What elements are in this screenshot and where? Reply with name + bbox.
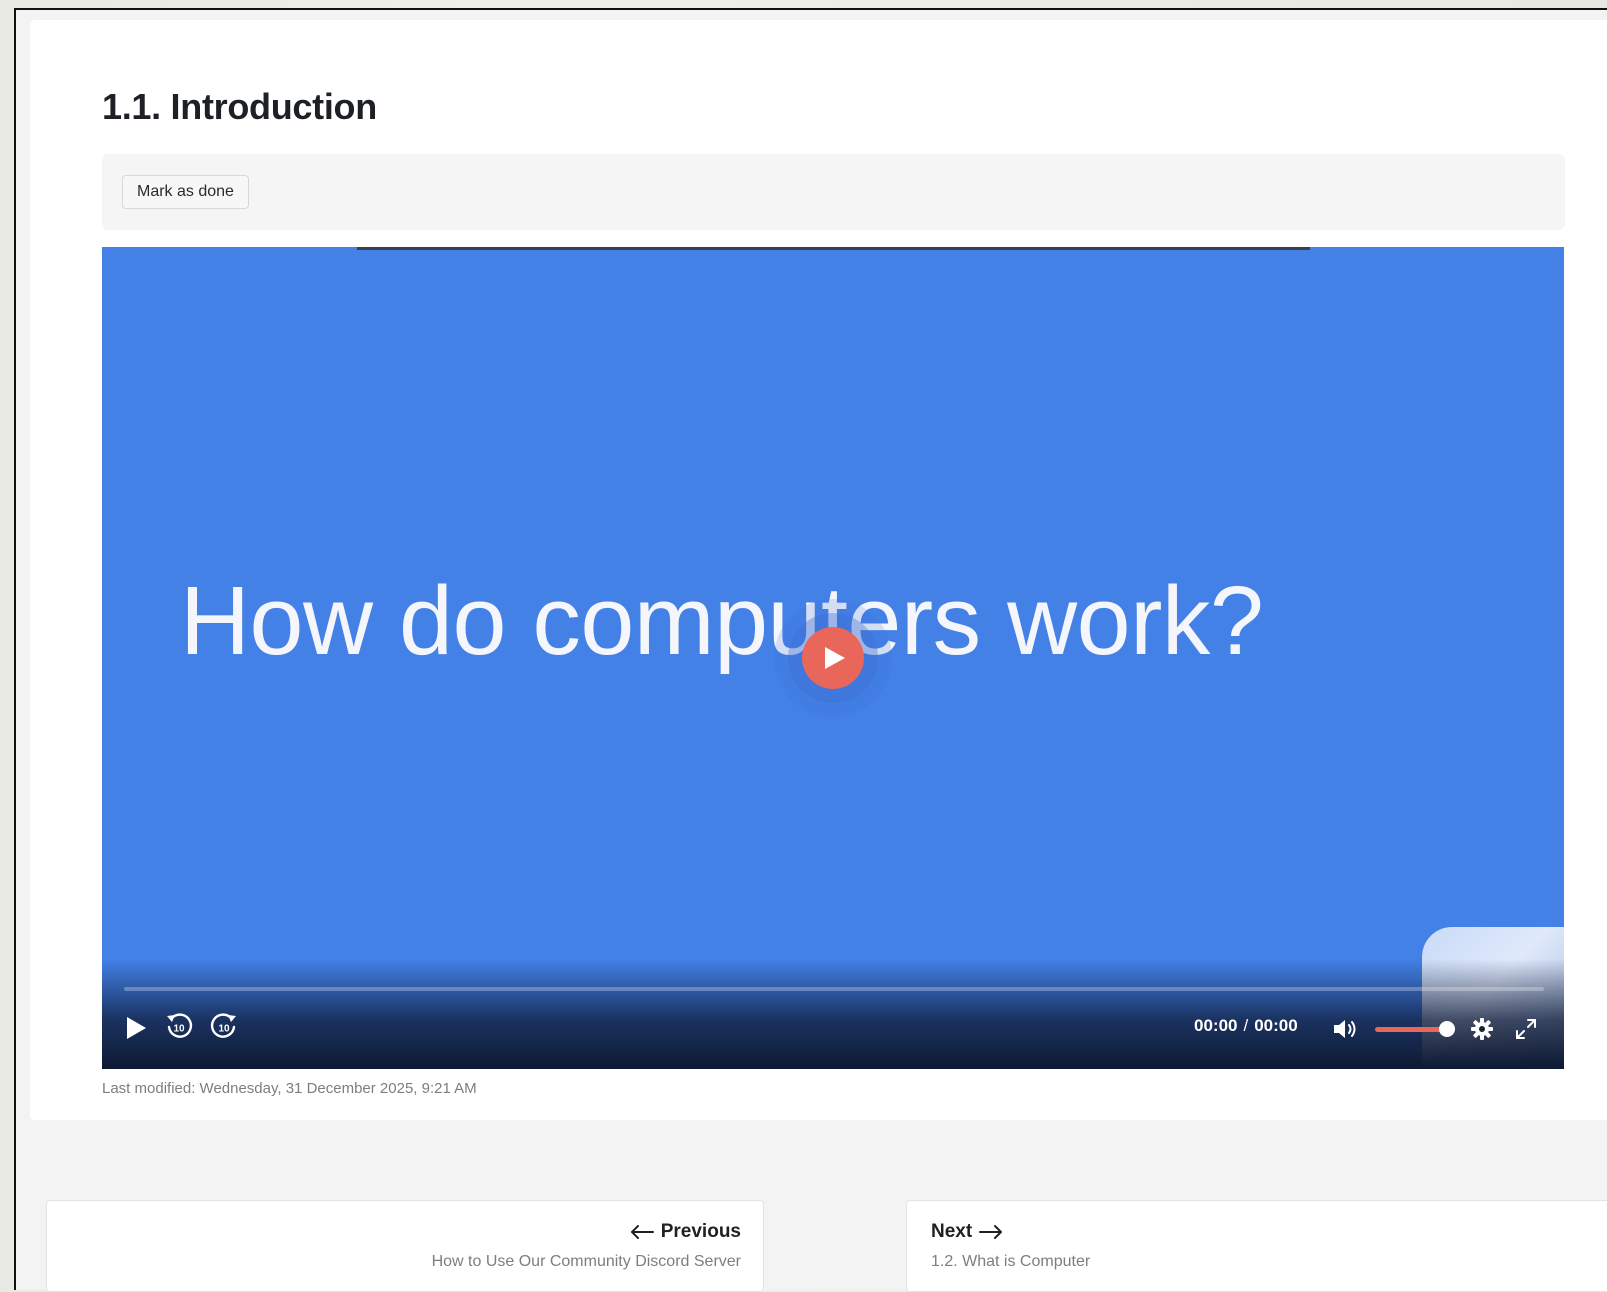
next-activity-link[interactable]: Next 1.2. What is Computer [906,1200,1607,1292]
progress-bar[interactable] [124,987,1544,991]
duration: 00:00 [1254,1016,1298,1035]
activity-card: 1.1. Introduction Mark as done How do co… [30,20,1607,1120]
rewind-10-button[interactable]: 10 [164,1012,194,1042]
volume-slider[interactable] [1375,1027,1447,1032]
previous-heading: Previous [629,1221,741,1243]
arrow-right-icon [979,1225,1003,1239]
rewind-10-icon: 10 [167,1013,193,1038]
previous-activity-link[interactable]: Previous How to Use Our Community Discor… [46,1200,764,1292]
volume-icon [1334,1020,1356,1038]
page-title: 1.1. Introduction [102,86,377,127]
mark-as-done-button[interactable]: Mark as done [122,175,249,209]
forward-10-icon: 10 [210,1013,236,1038]
mute-button[interactable] [1332,1018,1360,1040]
controls-overlay [102,959,1564,1069]
settings-icon [1471,1018,1493,1040]
play-button[interactable] [124,1015,148,1041]
fullscreen-icon [1516,1019,1536,1039]
next-activity-title: 1.2. What is Computer [931,1253,1091,1270]
svg-text:10: 10 [218,1024,230,1035]
video-top-divider [357,247,1310,250]
previous-label: Previous [660,1221,741,1242]
page-frame: 1.1. Introduction Mark as done How do co… [14,8,1607,1292]
activity-completion-bar: Mark as done [102,154,1565,230]
time-display: 00:00 / 00:00 [1194,1016,1298,1036]
play-icon [127,1017,146,1039]
play-icon [825,647,845,669]
last-modified: Last modified: Wednesday, 31 December 20… [102,1080,477,1097]
time-separator: / [1243,1016,1249,1035]
fullscreen-button[interactable] [1514,1017,1538,1041]
next-heading: Next [931,1221,1004,1243]
video-player[interactable]: How do computers work? 10 10 00:00 / 00:… [102,247,1564,1069]
volume-slider-handle[interactable] [1439,1021,1455,1037]
forward-10-button[interactable]: 10 [209,1012,239,1042]
video-slide-title: How do computers work? [180,566,1264,675]
previous-activity-title: How to Use Our Community Discord Server [431,1253,741,1270]
current-time: 00:00 [1194,1016,1238,1035]
next-label: Next [931,1221,973,1242]
big-play-button[interactable] [802,627,864,689]
svg-text:10: 10 [173,1024,185,1035]
settings-button[interactable] [1470,1017,1494,1041]
arrow-left-icon [630,1225,654,1239]
